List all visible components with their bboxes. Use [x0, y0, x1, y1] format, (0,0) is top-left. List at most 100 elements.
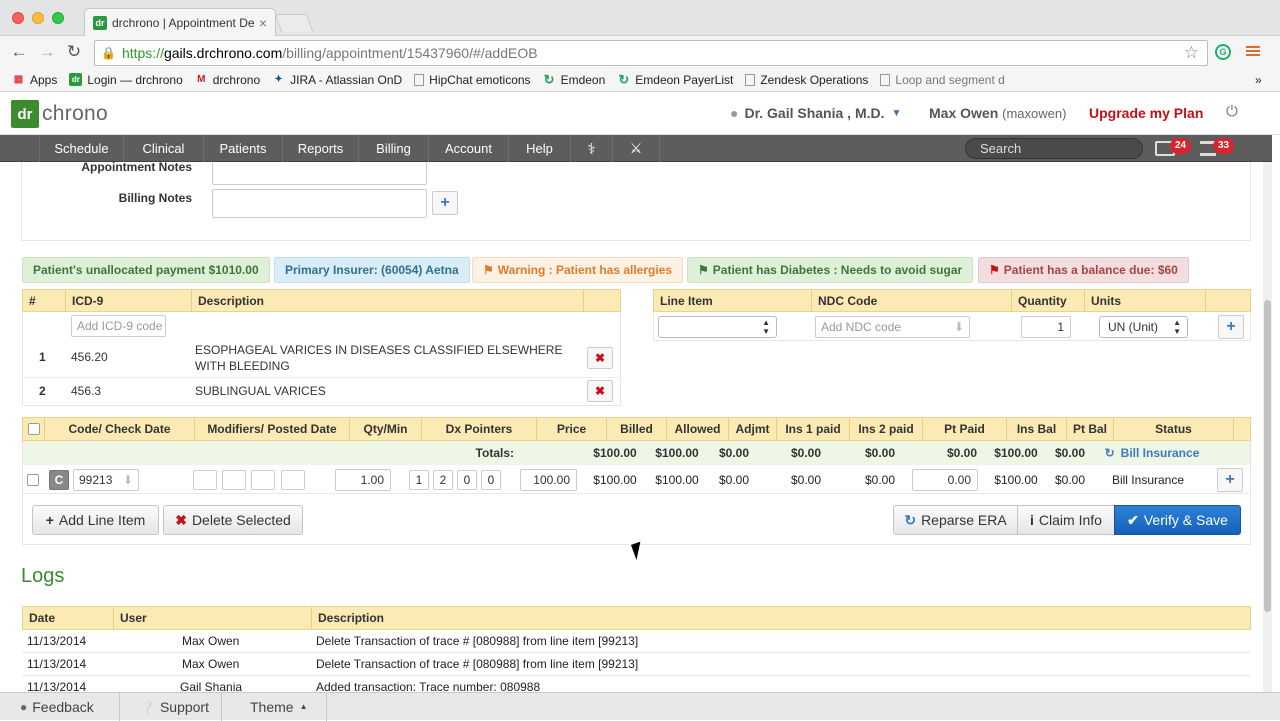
bookmark-star-icon[interactable]: ☆: [1184, 43, 1199, 63]
new-tab-button[interactable]: [274, 14, 314, 32]
power-icon[interactable]: ⏻: [1226, 103, 1238, 120]
bookmark-zendesk[interactable]: Zendesk Operations: [745, 73, 868, 87]
bookmark-apps[interactable]: ▦ Apps: [12, 72, 58, 87]
minimize-window-button[interactable]: [32, 12, 44, 24]
browser-menu-icon[interactable]: [1246, 44, 1260, 60]
delete-icd-row-2-button[interactable]: ✖: [587, 380, 613, 402]
log-user: Gail Shania: [180, 680, 243, 692]
ndc-table-header: Line Item NDC Code Quantity Units: [653, 289, 1251, 312]
line-select-checkbox[interactable]: [27, 474, 39, 486]
doctor-switcher[interactable]: ● Dr. Gail Shania , M.D. ▼: [730, 105, 901, 121]
col-ins-bal: Ins Bal: [1007, 418, 1067, 440]
delete-selected-button[interactable]: ✖ Delete Selected: [163, 505, 303, 535]
add-note-button[interactable]: +: [432, 191, 458, 215]
nav-search-input[interactable]: Search: [965, 138, 1143, 159]
dx-pointer-4[interactable]: 0: [481, 470, 501, 490]
bookmarks-overflow[interactable]: »: [1255, 73, 1262, 87]
bill-insurance-link[interactable]: ↻ Bill Insurance: [1097, 443, 1207, 463]
modifier-3-input[interactable]: [251, 470, 275, 490]
quantity-input[interactable]: 1: [1021, 316, 1071, 338]
appointment-notes-field[interactable]: [212, 162, 427, 185]
col-price: Price: [537, 418, 607, 440]
bookmark-loop-segment[interactable]: Loop and segment d: [880, 72, 1005, 87]
pt-paid-input[interactable]: 0.00: [912, 469, 978, 491]
bookmark-hipchat[interactable]: HipChat emoticons: [414, 73, 531, 87]
units-select[interactable]: UN (Unit) ▲ ▼: [1099, 316, 1188, 338]
close-window-button[interactable]: [12, 12, 24, 24]
log-description: Delete Transaction of trace # [080988] f…: [316, 657, 639, 671]
bookmark-label: Apps: [30, 72, 58, 87]
swords-icon[interactable]: ⚔: [612, 135, 660, 162]
caduceus-icon[interactable]: ⚕: [570, 135, 612, 162]
drchrono-logo[interactable]: dr chrono: [11, 100, 108, 128]
tab-close-icon[interactable]: ×: [259, 15, 267, 31]
drchrono-favicon: dr: [69, 73, 83, 86]
nav-account[interactable]: Account: [428, 135, 508, 162]
add-icd-input[interactable]: Add ICD-9 code: [71, 315, 166, 337]
modifier-1-input[interactable]: [193, 470, 217, 490]
current-user[interactable]: Max Owen (maxowen): [929, 105, 1066, 121]
bookmark-label: Emdeon PayerList: [635, 72, 734, 87]
logs-col-user: User: [114, 607, 312, 629]
billing-notes-field[interactable]: [212, 189, 427, 218]
modifier-2-input[interactable]: [222, 470, 246, 490]
bookmark-label: Loop and segment d: [895, 72, 1005, 87]
procedure-code-input[interactable]: 99213 ⬇: [73, 469, 139, 491]
verify-save-button[interactable]: ✔ Verify & Save: [1114, 505, 1241, 535]
add-line-detail-button[interactable]: +: [1217, 468, 1243, 492]
add-ndc-line-button[interactable]: +: [1218, 315, 1244, 339]
address-bar[interactable]: 🔒 https:// gails.drchrono.com /billing/a…: [94, 40, 1208, 66]
qty-input[interactable]: 1.00: [335, 469, 391, 491]
bookmark-login-drchrono[interactable]: dr Login — drchrono: [69, 73, 183, 87]
select-all-checkbox[interactable]: [27, 423, 40, 435]
line-item-select[interactable]: ▲ ▼: [658, 316, 777, 338]
nav-schedule[interactable]: Schedule: [39, 135, 123, 162]
ndc-col-units: Units: [1085, 290, 1206, 311]
theme-button[interactable]: Theme ▲: [222, 692, 327, 721]
app-header: dr chrono ● Dr. Gail Shania , M.D. ▼ Max…: [0, 93, 1280, 135]
line-ins2-paid: $0.00: [864, 473, 896, 487]
nav-help[interactable]: Help: [508, 135, 570, 162]
delete-selected-label: Delete Selected: [191, 512, 291, 528]
ndc-code-input[interactable]: Add NDC code ⬇: [815, 316, 970, 338]
icd-col-description: Description: [192, 290, 584, 311]
code-type-badge[interactable]: C: [49, 470, 69, 490]
reload-icon[interactable]: ↻: [63, 41, 85, 63]
feedback-button[interactable]: ● Feedback: [0, 692, 120, 721]
support-button[interactable]: ❔ Support: [120, 692, 222, 721]
total-ins1-paid: $0.00: [790, 446, 822, 460]
emdeon-icon: ↻: [618, 71, 630, 87]
dx-pointer-1[interactable]: 1: [409, 470, 429, 490]
maximize-window-button[interactable]: [52, 12, 64, 24]
nav-reports[interactable]: Reports: [282, 135, 358, 162]
dx-pointer-2[interactable]: 2: [433, 470, 453, 490]
price-input[interactable]: 100.00: [520, 469, 577, 491]
upgrade-plan-link[interactable]: Upgrade my Plan: [1089, 105, 1203, 121]
ndc-col-ndc-code: NDC Code: [812, 290, 1012, 311]
back-arrow-icon[interactable]: ←: [8, 41, 30, 63]
modifier-4-input[interactable]: [281, 470, 305, 490]
ndc-col-quantity: Quantity: [1012, 290, 1085, 311]
bookmark-emdeon[interactable]: ↻ Emdeon: [543, 72, 606, 87]
nav-patients[interactable]: Patients: [203, 135, 282, 162]
bookmark-gmail-drchrono[interactable]: M drchrono: [195, 73, 260, 87]
dx-pointer-3[interactable]: 0: [457, 470, 477, 490]
scrollbar-thumb[interactable]: [1264, 300, 1271, 612]
grammarly-extension-icon[interactable]: G: [1215, 44, 1231, 60]
add-line-item-button[interactable]: + Add Line Item: [32, 505, 159, 535]
browser-tab[interactable]: dr drchrono | Appointment De ×: [84, 8, 276, 36]
logs-heading: Logs: [21, 565, 65, 587]
nav-billing[interactable]: Billing: [358, 135, 428, 162]
bookmark-emdeon-payerlist[interactable]: ↻ Emdeon PayerList: [617, 71, 734, 87]
nav-clinical[interactable]: Clinical: [123, 135, 203, 162]
claim-info-button[interactable]: i Claim Info: [1017, 505, 1115, 535]
bookmark-jira[interactable]: ✦ JIRA - Atlassian OnD: [272, 73, 402, 87]
bookmarks-bar: ▦ Apps dr Login — drchrono M drchrono ✦ …: [0, 68, 1280, 92]
forward-arrow-icon[interactable]: →: [36, 41, 58, 63]
reparse-era-button[interactable]: ↻ Reparse ERA: [893, 505, 1018, 535]
line-allowed: $100.00: [655, 473, 699, 487]
line-ins-bal: $100.00: [994, 473, 1038, 487]
line-status: Bill Insurance: [1111, 473, 1185, 487]
delete-icd-row-1-button[interactable]: ✖: [587, 347, 613, 369]
bookmark-label: Emdeon: [560, 72, 606, 87]
